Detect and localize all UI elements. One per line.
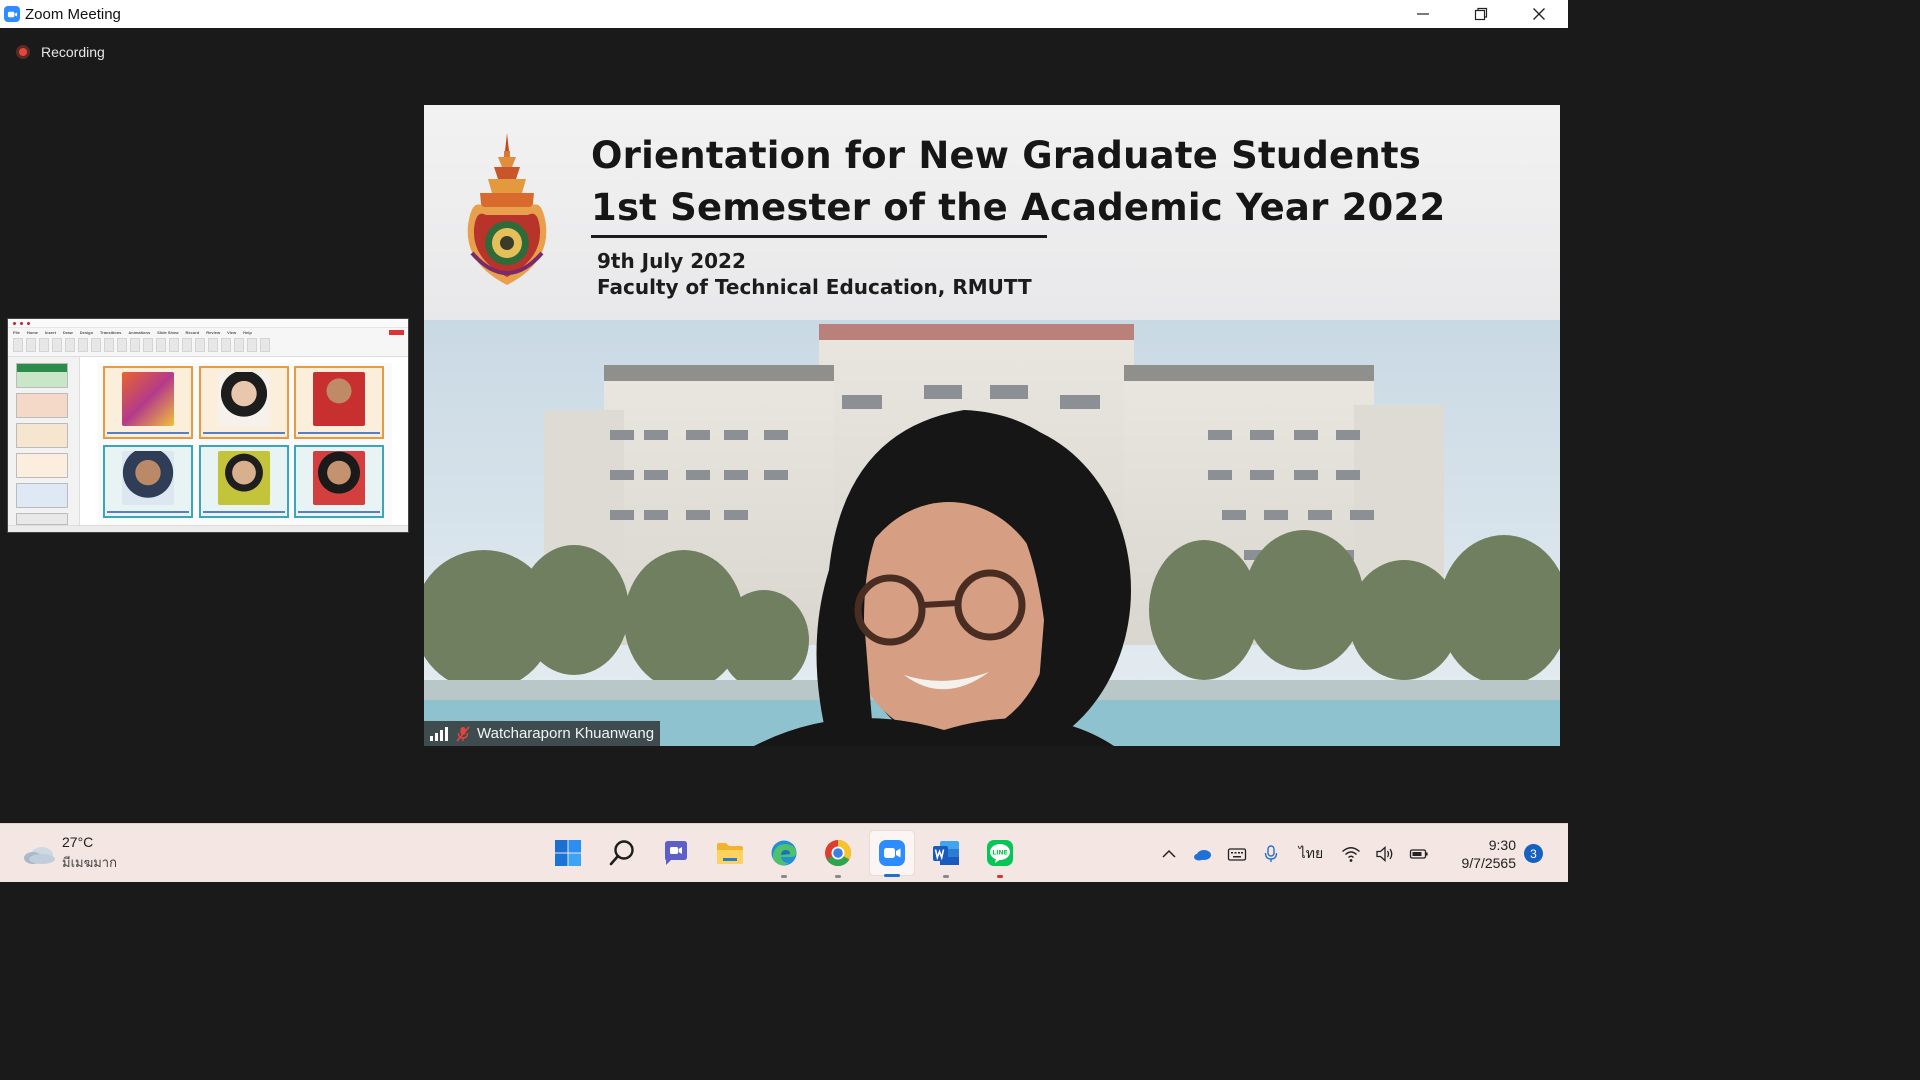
thumbnail-slides-pane [8,357,80,527]
line-icon: LINE [987,840,1013,866]
show-hidden-icons-button[interactable] [1152,837,1186,871]
mic-muted-icon [456,725,470,742]
restore-button[interactable] [1452,0,1510,28]
battery-icon [1409,848,1428,859]
word-button[interactable] [923,830,969,878]
slide-title-line1: Orientation for New Graduate Students [591,134,1421,177]
slide-title-underline [591,235,1047,238]
chevron-up-icon [1162,849,1176,858]
recording-label: Recording [41,44,105,60]
search-icon [609,840,634,866]
active-speaker-video[interactable]: Orientation for New Graduate Students 1s… [424,105,1560,746]
keyboard-icon [1227,847,1247,861]
volume-button[interactable] [1368,837,1402,871]
zoom-app-icon [4,6,20,22]
minimize-button[interactable] [1394,0,1452,28]
close-icon [1533,8,1545,20]
participant-name-tag: Watcharaporn Khuanwang [424,721,661,746]
background-building-image [424,320,1560,746]
start-button[interactable] [545,830,591,876]
signal-strength-icon [430,726,448,741]
minimize-icon [1417,13,1429,15]
zoom-icon [879,840,905,866]
folder-icon [717,843,743,864]
weather-widget[interactable]: 27°C มีเมฆมาก [22,834,117,873]
thumbnail-status-bar [8,525,408,532]
teams-chat-icon [665,841,687,865]
word-icon [933,841,959,865]
participant-name: Watcharaporn Khuanwang [477,725,655,742]
recording-indicator[interactable]: Recording [16,44,105,60]
edge-button[interactable] [761,830,807,878]
weather-temperature: 27°C [62,834,94,850]
edge-icon [771,840,797,866]
chrome-button[interactable] [815,830,861,878]
thumbnail-slide-canvas [98,363,392,525]
microphone-icon [1264,844,1278,862]
university-emblem-icon [467,133,547,285]
virtual-background-header: Orientation for New Graduate Students 1s… [424,105,1560,325]
word-running-indicator [943,875,949,878]
line-running-indicator [997,875,1003,878]
onedrive-button[interactable] [1186,837,1220,871]
thumbnail-share-button [389,330,404,335]
restore-icon [1474,7,1488,21]
chat-button[interactable] [653,830,699,876]
windows-icon [555,840,581,866]
input-language-indicator[interactable]: ไทย [1288,843,1334,865]
wifi-icon [1342,846,1360,862]
microphone-button[interactable] [1254,837,1288,871]
chrome-running-indicator [835,875,841,878]
clock-time: 9:30 [1488,837,1516,853]
close-button[interactable] [1510,0,1568,28]
meeting-area: Recording File Home Insert Draw Design Transi… [0,28,1568,823]
slide-title-line2: 1st Semester of the Academic Year 2022 [591,186,1446,229]
svg-text:LINE: LINE [992,850,1007,857]
notification-badge[interactable]: 3 [1524,844,1543,863]
chrome-icon [825,839,852,867]
onedrive-icon [1194,849,1211,860]
thumbnail-ribbon: File Home Insert Draw Design Transitions Anima… [8,319,408,357]
taskbar-clock[interactable]: 9:30 9/7/2565 [1444,836,1517,872]
slide-date: 9th July 2022 [597,249,746,273]
window-titlebar: Zoom Meeting [0,0,1568,28]
window-controls [1394,0,1568,28]
cloud-icon [24,846,55,864]
edge-running-indicator [781,875,787,878]
taskbar-app-list: LINE [545,830,1023,878]
touch-keyboard-button[interactable] [1220,837,1254,871]
battery-button[interactable] [1402,837,1436,871]
network-button[interactable] [1334,837,1368,871]
zoom-running-indicator [884,874,900,877]
clock-date: 9/7/2565 [1461,855,1517,871]
window-title: Zoom Meeting [25,5,121,23]
windows-taskbar: 27°C มีเมฆมาก LINE ไทย 9:30 9/7/2565 3 [0,823,1568,882]
speaker-icon [1376,845,1393,862]
line-button[interactable]: LINE [977,830,1023,878]
weather-condition: มีเมฆมาก [62,855,117,870]
recording-icon [16,45,30,59]
zoom-button[interactable] [869,830,915,877]
slide-faculty: Faculty of Technical Education, RMUTT [597,275,1032,299]
file-explorer-button[interactable] [707,830,753,876]
search-button[interactable] [599,830,645,876]
system-tray: ไทย [1152,824,1436,883]
shared-screen-thumbnail[interactable]: File Home Insert Draw Design Transitions Anima… [7,318,409,533]
